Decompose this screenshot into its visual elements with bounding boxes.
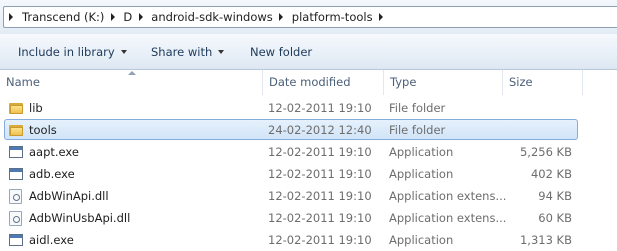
address-bar: Transcend (K:) D android-sdk-windows pla… <box>0 0 617 34</box>
column-header-size[interactable]: Size <box>503 70 583 95</box>
breadcrumb-item-drive[interactable]: Transcend (K:) <box>18 7 106 27</box>
sort-ascending-icon <box>128 71 136 75</box>
breadcrumb: Transcend (K:) D android-sdk-windows pla… <box>4 7 388 27</box>
file-date-modified: 24-02-2012 12:40 <box>268 123 372 137</box>
dll-icon <box>9 207 25 229</box>
file-row[interactable]: lib 12-02-2011 19:10 File folder <box>0 97 617 119</box>
column-header-type-label: Type <box>390 75 417 89</box>
chevron-right-icon[interactable] <box>134 7 147 27</box>
file-row[interactable]: aidl.exe 12-02-2011 19:10 Application 1,… <box>0 229 617 251</box>
file-date-modified: 12-02-2011 19:10 <box>268 101 372 115</box>
file-row[interactable]: aapt.exe 12-02-2011 19:10 Application 5,… <box>0 141 617 163</box>
command-bar: Include in library Share with New folder <box>0 34 617 70</box>
file-date-modified: 12-02-2011 19:10 <box>268 145 372 159</box>
chevron-right-icon[interactable] <box>375 7 388 27</box>
file-row[interactable]: adb.exe 12-02-2011 19:10 Application 402… <box>0 163 617 185</box>
column-header-size-label: Size <box>509 75 533 89</box>
file-type: Application extens... <box>389 189 507 203</box>
breadcrumb-overflow-arrow-icon[interactable] <box>4 7 18 27</box>
file-name: aidl.exe <box>29 233 74 247</box>
chevron-right-icon[interactable] <box>275 7 288 27</box>
column-header-name[interactable]: Name <box>0 70 263 95</box>
column-header-date-label: Date modified <box>269 75 351 89</box>
folder-icon <box>9 97 25 119</box>
file-type: Application <box>389 233 454 247</box>
file-type: File folder <box>389 123 446 137</box>
breadcrumb-item-android-sdk[interactable]: android-sdk-windows <box>147 7 275 27</box>
file-type: Application <box>389 145 454 159</box>
breadcrumb-item-platform-tools[interactable]: platform-tools <box>288 7 375 27</box>
file-size: 5,256 KB <box>519 145 572 159</box>
include-in-library-label: Include in library <box>18 44 115 59</box>
column-header-name-label: Name <box>6 75 40 89</box>
column-header-type[interactable]: Type <box>384 70 503 95</box>
file-date-modified: 12-02-2011 19:10 <box>268 211 372 225</box>
file-size: 94 KB <box>538 189 572 203</box>
file-name: adb.exe <box>29 167 75 181</box>
file-row[interactable]: AdbWinApi.dll 12-02-2011 19:10 Applicati… <box>0 185 617 207</box>
share-with-button[interactable]: Share with <box>151 34 225 69</box>
file-name: AdbWinUsbApi.dll <box>29 211 131 225</box>
column-headers: Name Date modified Type Size <box>0 70 617 95</box>
file-date-modified: 12-02-2011 19:10 <box>268 233 372 247</box>
file-size: 1,313 KB <box>519 233 572 247</box>
file-type: Application <box>389 167 454 181</box>
file-date-modified: 12-02-2011 19:10 <box>268 167 372 181</box>
chevron-right-icon[interactable] <box>106 7 119 27</box>
file-type: Application extens... <box>389 211 507 225</box>
file-row[interactable]: AdbWinUsbApi.dll 12-02-2011 19:10 Applic… <box>0 207 617 229</box>
breadcrumb-item-d[interactable]: D <box>119 7 134 27</box>
file-size: 60 KB <box>538 211 572 225</box>
file-size: 402 KB <box>530 167 572 181</box>
application-icon <box>9 141 25 163</box>
dll-icon <box>9 185 25 207</box>
new-folder-label: New folder <box>250 44 313 59</box>
include-in-library-button[interactable]: Include in library <box>18 34 127 69</box>
folder-icon <box>9 119 25 141</box>
file-row-selected[interactable]: tools 24-02-2012 12:40 File folder <box>0 119 617 141</box>
file-name: AdbWinApi.dll <box>29 189 109 203</box>
application-icon <box>9 229 25 251</box>
application-icon <box>9 163 25 185</box>
share-with-label: Share with <box>151 44 213 59</box>
file-date-modified: 12-02-2011 19:10 <box>268 189 372 203</box>
file-name: tools <box>29 123 57 137</box>
chevron-down-icon <box>120 49 127 54</box>
chevron-down-icon <box>218 49 225 54</box>
column-header-date-modified[interactable]: Date modified <box>263 70 384 95</box>
file-type: File folder <box>389 101 446 115</box>
new-folder-button[interactable]: New folder <box>250 34 312 69</box>
address-box[interactable]: Transcend (K:) D android-sdk-windows pla… <box>3 6 617 28</box>
file-name: aapt.exe <box>29 145 79 159</box>
file-name: lib <box>29 101 43 115</box>
